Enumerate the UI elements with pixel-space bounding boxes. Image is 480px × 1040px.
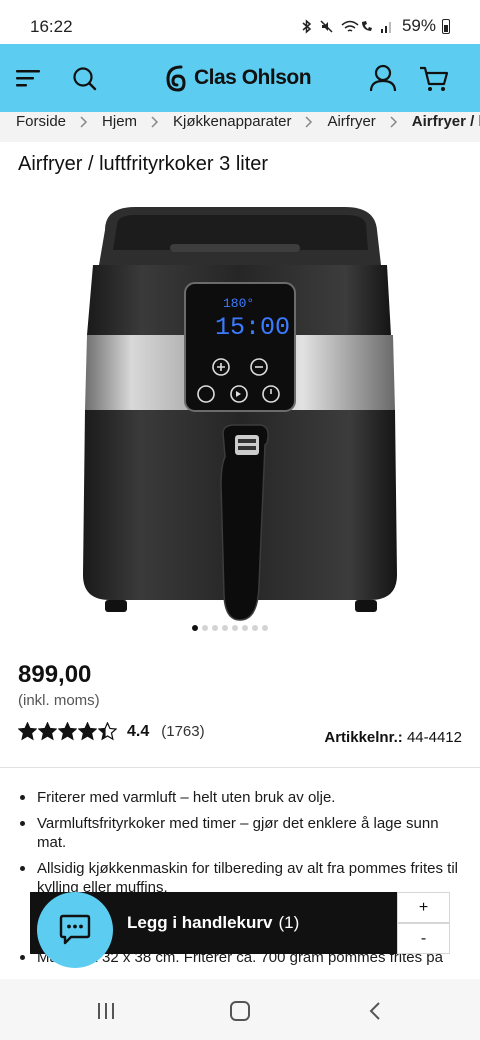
article-number-label: Artikkelnr.:: [324, 729, 403, 746]
product-rating[interactable]: 4.4 (1763): [18, 722, 205, 741]
breadcrumb: Forside Hjem Kjøkkenapparater Airfryer A…: [0, 112, 480, 142]
breadcrumb-item[interactable]: Kjøkkenapparater: [173, 113, 291, 130]
bluetooth-icon: [302, 18, 312, 34]
status-time: 16:22: [30, 17, 73, 36]
cart-button[interactable]: [418, 64, 450, 94]
star-icon: [78, 722, 97, 741]
feature-item: Friterer med varmluft – helt uten bruk a…: [18, 788, 468, 807]
search-button[interactable]: [70, 64, 100, 94]
display-time: 15:00: [215, 313, 290, 342]
add-to-cart-label: Legg i handlekurv: [127, 913, 273, 932]
feature-list: Friterer med varmluft – helt uten bruk a…: [18, 788, 468, 897]
brand-logo[interactable]: Clas Ohlson: [164, 62, 312, 94]
star-icon: [38, 722, 57, 741]
carousel-dot[interactable]: [222, 625, 228, 631]
star-icon: [58, 722, 77, 741]
quantity-increase-button[interactable]: +: [397, 892, 450, 923]
user-icon: [369, 64, 397, 92]
battery-icon: [442, 18, 450, 34]
price-vat-note: (inkl. moms): [18, 692, 100, 709]
image-carousel-dots[interactable]: [192, 625, 268, 631]
search-icon: [73, 67, 97, 91]
chat-button[interactable]: [37, 892, 113, 968]
chevron-right-icon: [390, 115, 397, 128]
breadcrumb-item[interactable]: Forside: [16, 113, 66, 130]
carousel-dot[interactable]: [242, 625, 248, 631]
rating-stars: [18, 722, 117, 741]
chat-icon: [59, 914, 91, 945]
battery-percent: 59%: [401, 16, 436, 35]
status-bar: 16:22 59%: [0, 0, 480, 44]
signal-icon: [380, 21, 391, 33]
rating-count[interactable]: (1763): [161, 723, 204, 740]
article-number-value: 44-4412: [406, 729, 462, 746]
home-icon[interactable]: [230, 1001, 250, 1021]
mute-icon: [320, 19, 333, 33]
star-icon: [18, 722, 37, 741]
logo-mark-icon: [166, 65, 186, 92]
recent-apps-icon[interactable]: [96, 1002, 116, 1020]
carousel-dot[interactable]: [232, 625, 238, 631]
back-icon[interactable]: [368, 1001, 382, 1021]
carousel-dot[interactable]: [262, 625, 268, 631]
breadcrumb-current: Airfryer / l: [411, 113, 480, 130]
feature-item: Varmluftsfrityrkoker med timer – gjør de…: [18, 814, 468, 852]
status-icons: 59%: [301, 16, 450, 36]
account-button[interactable]: [368, 63, 398, 93]
brand-name: Clas Ohlson: [194, 66, 312, 89]
header: Clas Ohlson: [0, 44, 480, 112]
carousel-dot[interactable]: [252, 625, 258, 631]
article-number: Artikkelnr.: 44-4412: [324, 729, 462, 746]
quantity-decrease-button[interactable]: -: [397, 923, 450, 954]
chevron-right-icon: [151, 115, 159, 128]
star-icon: [98, 722, 117, 741]
divider: [0, 767, 480, 768]
carousel-dot[interactable]: [192, 625, 198, 631]
rating-value: 4.4: [127, 722, 150, 740]
carousel-dot[interactable]: [202, 625, 208, 631]
chevron-right-icon: [80, 115, 88, 128]
cart-icon: [420, 66, 449, 91]
chevron-right-icon: [305, 115, 313, 128]
product-price: 899,00: [18, 661, 92, 688]
wifi-call-icon: [341, 20, 372, 32]
carousel-dot[interactable]: [212, 625, 218, 631]
menu-icon: [16, 70, 40, 87]
breadcrumb-item[interactable]: Hjem: [102, 113, 137, 130]
breadcrumb-item[interactable]: Airfryer: [327, 113, 375, 130]
product-image[interactable]: 180° 15:00: [75, 195, 405, 635]
display-temperature: 180°: [223, 296, 254, 311]
system-nav-bar: [0, 979, 480, 1040]
cart-count: (1): [278, 913, 300, 932]
product-title: Airfryer / luftfrityrkoker 3 liter: [18, 153, 269, 175]
menu-button[interactable]: [14, 66, 42, 90]
